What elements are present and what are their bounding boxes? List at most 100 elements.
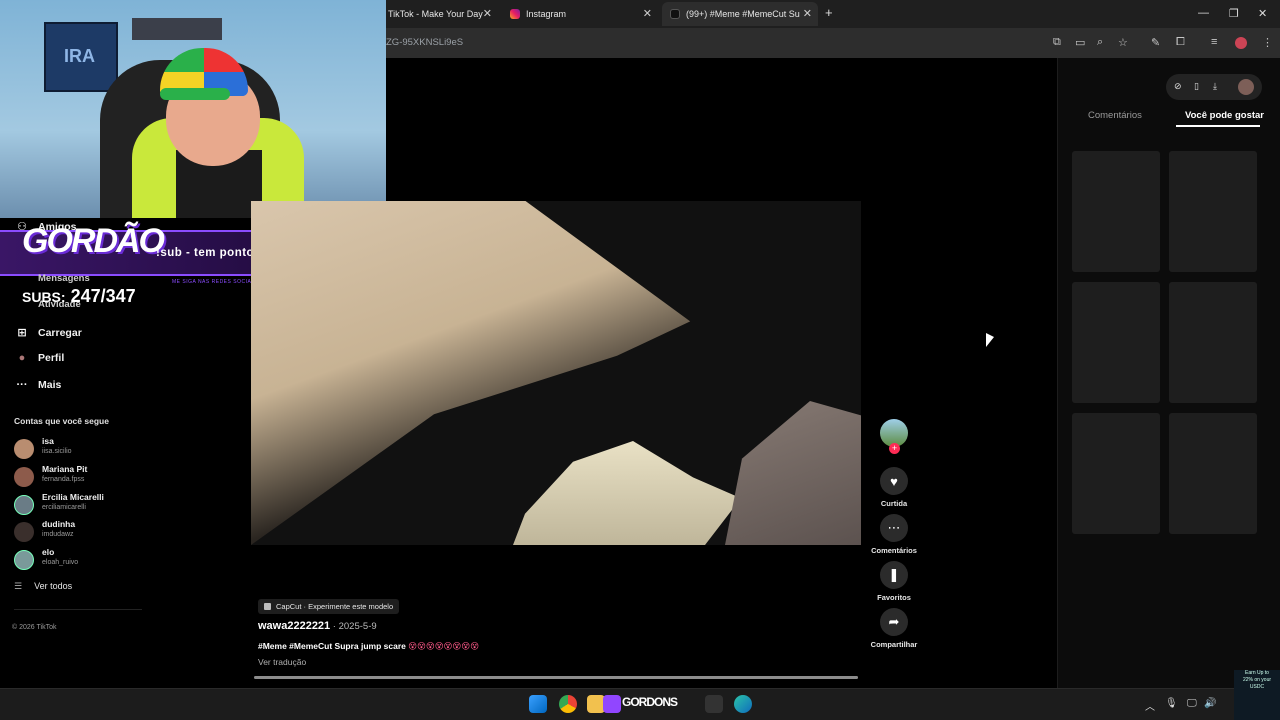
sidebar-item-profile[interactable]: ● Perfil [14,352,65,364]
action-label: Curtida [880,499,908,508]
bookmark-star-icon[interactable]: ☆ [1118,36,1128,49]
user-avatar[interactable] [1238,79,1254,95]
post-caption: #Meme #MemeCut Supra jump scare 😵😵😵😵😵😵😵😵 [258,641,479,652]
subs-value: 247/347 [70,286,136,306]
sidebar-item-label: Mais [38,379,62,391]
capcut-template-link[interactable]: CapCut · Experimente este modelo [258,599,400,614]
chrome-icon[interactable] [559,695,577,713]
video-thumbnail[interactable] [1072,413,1160,534]
share-button[interactable]: ➦ Compartilhar [866,608,922,649]
followed-account[interactable]: elo eloah_ruivo [14,547,164,571]
new-tab-button[interactable]: + [825,5,833,20]
avatar [14,522,34,542]
tab-instagram[interactable]: Instagram ✕ [502,2,658,26]
microphone-icon[interactable]: 🎙 [1165,698,1178,709]
tab-close-icon[interactable]: ✕ [803,7,812,20]
mouse-cursor [986,333,994,347]
subs-counter: SUBS: 247/347 [22,286,136,307]
sidebar-item-label: Carregar [38,326,82,339]
promo-line: USDC [1249,684,1265,690]
tab-close-icon[interactable]: ✕ [643,7,652,20]
followed-account[interactable]: dudinha imdudawz [14,519,164,543]
video-thumbnail[interactable] [1072,282,1160,403]
action-label: Favoritos [877,593,911,602]
tab-label: TikTok - Make Your Day [388,9,483,19]
zoom-icon[interactable]: ⌕ [1097,36,1103,49]
share-icon: ➦ [880,608,908,636]
avatar [14,550,34,570]
avatar [14,495,34,515]
video-progress-bar[interactable] [254,676,858,679]
volume-icon[interactable]: 🔊 [1204,698,1216,709]
banner-command: !sub [156,247,183,259]
wall-shelf [132,18,222,40]
video-player[interactable] [251,201,861,545]
tab-label: (99+) #Meme #MemeCut Su [686,9,800,19]
tab-close-icon[interactable]: ✕ [483,7,492,20]
tab-comments[interactable]: Comentários [1088,110,1142,121]
edge-icon[interactable] [734,695,752,713]
sidebar-item-upload[interactable]: ⊞ Carregar [14,326,82,340]
comments-button[interactable]: ⋯ Comentários [866,514,922,555]
profile-avatar-icon[interactable] [1235,37,1247,49]
video-frame-rock [513,441,741,545]
twitch-icon[interactable] [603,695,621,713]
tab-tiktok-home[interactable]: TikTok - Make Your Day ✕ [380,2,498,26]
extension-pen-icon[interactable]: ✎ [1151,36,1160,49]
favorites-button[interactable]: ❚ Favoritos [866,561,922,602]
see-all-label: Ver todos [34,581,73,591]
see-all-link[interactable]: ☰ Ver todos [14,581,72,592]
followed-account[interactable]: Mariana Pit fernanda.fpss [14,464,164,488]
close-window-button[interactable]: ✕ [1258,7,1267,20]
block-icon[interactable]: ⊘ [1174,81,1182,92]
promo-line: 22% on your [1242,677,1272,683]
tray-chevron-icon[interactable]: ︿ [1145,698,1155,713]
taskbar-overlay-text: GORDONS [622,695,678,709]
capcut-icon [264,603,271,610]
video-thumbnail[interactable] [1169,413,1257,534]
avatar [14,467,34,487]
author-name: wawa2222221 [258,620,331,632]
minimize-button[interactable]: — [1198,7,1209,19]
start-icon[interactable] [529,695,547,713]
tab-you-may-like[interactable]: Você pode gostar [1185,110,1264,121]
cap-brim [160,88,230,100]
maximize-button[interactable]: ❐ [1229,7,1239,20]
video-progress-fill [254,676,858,679]
caption-text: #Meme #MemeCut Supra jump scare [258,641,406,651]
sidebar-item-more[interactable]: ··· Mais [14,379,62,391]
media-control-icon[interactable]: ≡ [1211,36,1217,48]
promo-widget[interactable]: Earn Up to 22% on your USDC [1234,670,1280,720]
sidebar-item-messages[interactable]: Mensagens [38,273,90,284]
active-tab-indicator [1176,125,1260,127]
avatar [14,439,34,459]
phone-icon[interactable]: ▯ [1194,81,1199,92]
app-icon[interactable] [705,695,723,713]
wall-poster: IRA [44,22,118,92]
browser-menu-icon[interactable]: ⋮ [1262,36,1273,49]
translate-link[interactable]: Ver tradução [258,657,306,667]
account-handle: iisa.sicilio [42,448,72,455]
cast-icon[interactable]: ▭ [1075,36,1085,49]
display-icon[interactable]: 🖵 [1187,698,1197,709]
subs-label: SUBS: [22,289,66,305]
tab-tiktok-video[interactable]: (99+) #Meme #MemeCut Su ✕ [662,2,818,26]
account-name: elo [42,547,55,557]
video-thumbnail[interactable] [1169,282,1257,403]
followed-account[interactable]: Ercilia Micarelli erciliamicarelli [14,492,164,516]
extensions-icon[interactable]: ⧠ [1176,36,1185,49]
url-field[interactable]: ZG-95XKNSLi9eS [386,37,463,48]
account-name: dudinha [42,519,76,529]
translate-icon[interactable]: ⧉ [1053,36,1061,49]
like-button[interactable]: ♥ Curtida [866,467,922,508]
download-icon[interactable]: ⤓ [1213,81,1217,92]
account-handle: eloah_ruivo [42,559,79,566]
follow-plus-icon[interactable]: + [889,443,900,454]
post-author[interactable]: wawa2222221 · 2025-5-9 [258,620,377,632]
video-thumbnail[interactable] [1072,151,1160,272]
video-thumbnail[interactable] [1169,151,1257,272]
account-name: Ercilia Micarelli [42,492,104,502]
followed-account[interactable]: isa iisa.sicilio [14,436,164,460]
sidebar-item-label: Mensagens [38,273,90,284]
action-label: Comentários [871,546,917,555]
